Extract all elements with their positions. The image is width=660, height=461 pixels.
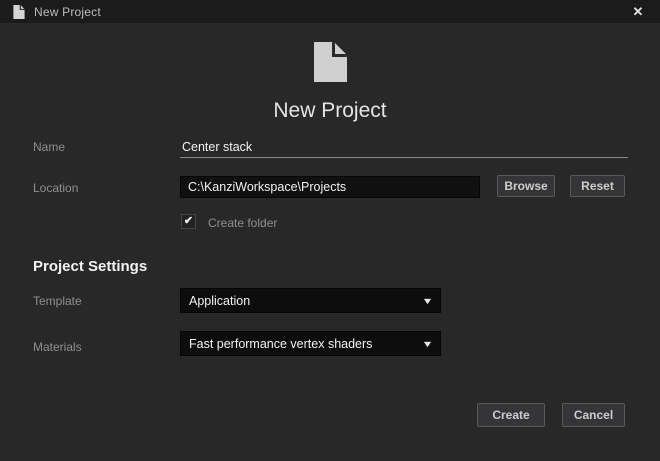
template-dropdown[interactable]: Application ▼: [180, 288, 441, 313]
titlebar: New Project ✕: [0, 0, 660, 23]
chevron-down-icon: ▼: [421, 338, 434, 349]
page-title: New Project: [273, 99, 387, 122]
template-dropdown-value: Application: [189, 293, 251, 308]
template-label: Template: [33, 294, 82, 308]
materials-label: Materials: [33, 340, 82, 354]
reset-button[interactable]: Reset: [570, 175, 625, 197]
document-icon: [13, 4, 25, 19]
location-label: Location: [33, 181, 79, 195]
new-project-document-icon: [313, 42, 347, 82]
check-icon: ✔: [183, 215, 194, 227]
materials-dropdown-value: Fast performance vertex shaders: [189, 336, 373, 351]
window-title: New Project: [34, 4, 101, 19]
project-settings-heading: Project Settings: [33, 258, 148, 275]
browse-button[interactable]: Browse: [497, 175, 555, 197]
name-label: Name: [33, 140, 66, 154]
close-icon[interactable]: ✕: [624, 0, 652, 23]
create-folder-label: Create folder: [208, 216, 278, 230]
chevron-down-icon: ▼: [421, 295, 434, 306]
cancel-button[interactable]: Cancel: [562, 403, 625, 427]
create-folder-checkbox[interactable]: ✔: [181, 214, 196, 229]
dialog-hero: New Project: [0, 42, 660, 123]
location-input[interactable]: [180, 176, 480, 198]
materials-dropdown[interactable]: Fast performance vertex shaders ▼: [180, 331, 441, 356]
create-button[interactable]: Create: [477, 403, 545, 427]
name-input[interactable]: [180, 137, 628, 158]
